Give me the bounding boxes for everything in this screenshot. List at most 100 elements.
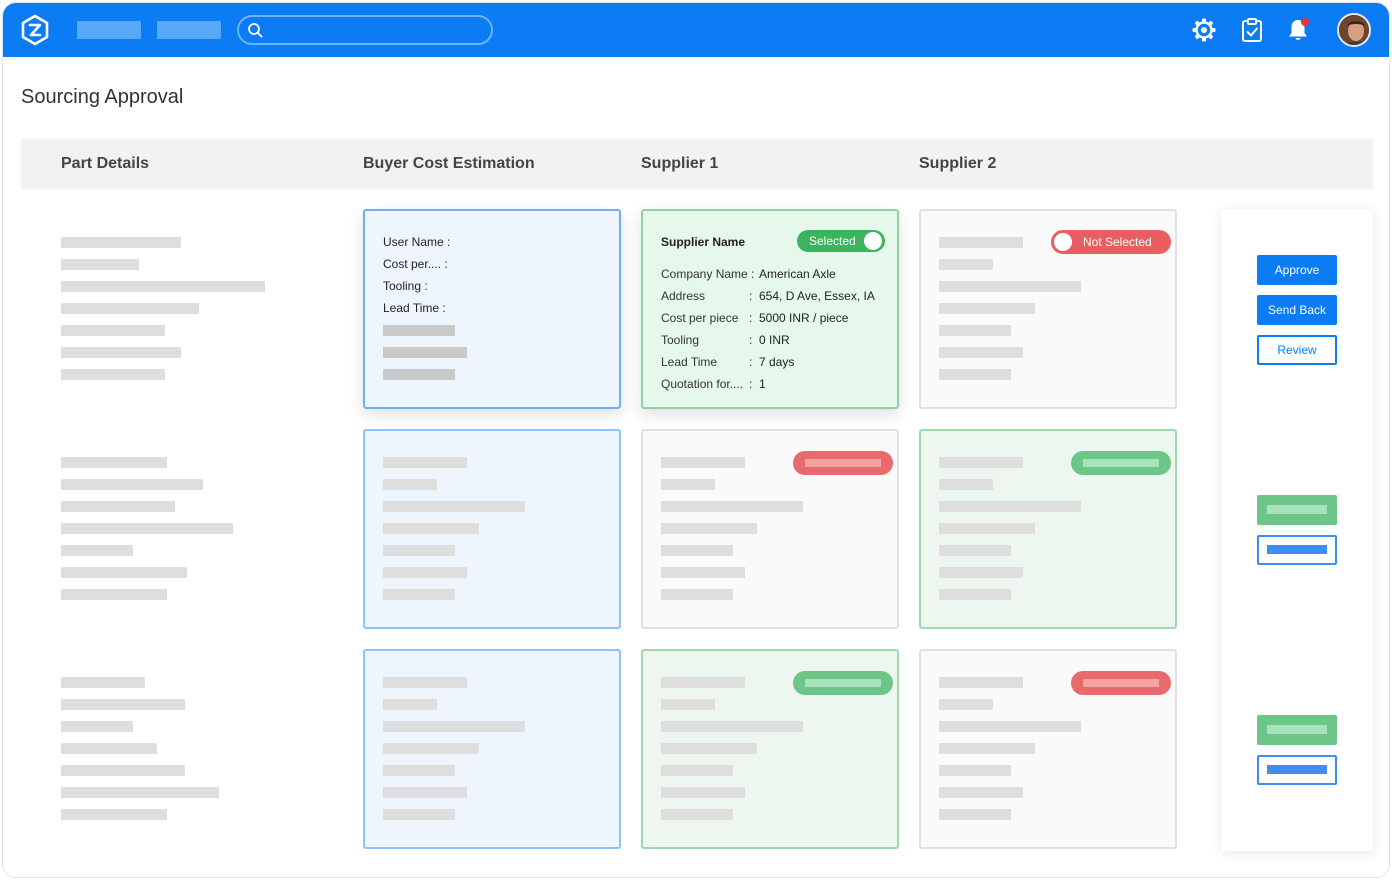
- table-header-row: Part Details Buyer Cost Estimation Suppl…: [21, 139, 1373, 189]
- nav-link-placeholder-1[interactable]: [77, 21, 141, 39]
- selected-toggle[interactable]: [1071, 451, 1171, 475]
- send-back-button[interactable]: Send Back: [1257, 295, 1337, 325]
- placeholder-line: [661, 743, 757, 754]
- quotation-separator: :: [749, 377, 753, 391]
- placeholder-line: [1083, 459, 1159, 467]
- supplier-name-header: Supplier Name: [661, 235, 746, 249]
- approve-button-placeholder[interactable]: [1257, 715, 1337, 745]
- not-selected-toggle[interactable]: [1071, 671, 1171, 695]
- placeholder-line: [61, 281, 265, 292]
- tooling-label: Tooling :: [383, 279, 428, 293]
- placeholder-line: [61, 589, 167, 600]
- placeholder-line: [661, 523, 757, 534]
- search-input[interactable]: [237, 15, 493, 45]
- tooling-separator: :: [749, 333, 753, 347]
- placeholder-line: [939, 721, 1081, 732]
- placeholder-line: [383, 545, 455, 556]
- cost-label: Cost per.... :: [383, 257, 448, 271]
- lead-time-separator: :: [749, 355, 753, 369]
- tooling-label: Tooling: [661, 333, 700, 347]
- toggle-label: Not Selected: [1083, 235, 1152, 249]
- placeholder-line: [61, 479, 203, 490]
- placeholder-line: [939, 589, 1011, 600]
- cost-per-piece-value: 5000 INR / piece: [759, 311, 849, 325]
- placeholder-line: [939, 545, 1011, 556]
- placeholder-line: [1267, 505, 1327, 514]
- top-navigation-bar: [3, 3, 1389, 57]
- placeholder-line: [383, 369, 455, 380]
- placeholder-line: [61, 567, 187, 578]
- approve-button-placeholder[interactable]: [1257, 495, 1337, 525]
- clipboard-check-icon[interactable]: [1239, 17, 1265, 43]
- supplier-2-card[interactable]: Not Selected: [919, 209, 1177, 409]
- placeholder-line: [939, 787, 1023, 798]
- placeholder-line: [1083, 679, 1159, 687]
- placeholder-line: [61, 237, 181, 248]
- placeholder-line: [61, 787, 219, 798]
- placeholder-line: [61, 545, 133, 556]
- review-button[interactable]: Review: [1257, 335, 1337, 365]
- app-logo-icon[interactable]: [19, 14, 51, 46]
- placeholder-line: [61, 677, 145, 688]
- supplier-1-card[interactable]: [641, 649, 899, 849]
- placeholder-line: [939, 325, 1011, 336]
- not-selected-toggle[interactable]: Not Selected: [1051, 230, 1171, 254]
- bell-icon[interactable]: [1285, 17, 1311, 43]
- placeholder-line: [61, 765, 185, 776]
- buyer-cost-card[interactable]: [363, 649, 621, 849]
- placeholder-line: [61, 259, 139, 270]
- supplier-2-card[interactable]: [919, 429, 1177, 629]
- cost-per-piece-label: Cost per piece: [661, 311, 739, 325]
- placeholder-line: [661, 545, 733, 556]
- placeholder-line: [661, 677, 745, 688]
- placeholder-line: [383, 457, 467, 468]
- placeholder-line: [383, 721, 525, 732]
- placeholder-line: [61, 457, 167, 468]
- placeholder-line: [61, 501, 175, 512]
- placeholder-line: [661, 699, 715, 710]
- not-selected-toggle[interactable]: [793, 451, 893, 475]
- supplier-2-card[interactable]: [919, 649, 1177, 849]
- placeholder-line: [1267, 725, 1327, 734]
- cost-separator: :: [749, 311, 753, 325]
- toggle-knob: [864, 232, 882, 250]
- review-button-placeholder[interactable]: [1257, 535, 1337, 565]
- placeholder-line: [939, 479, 993, 490]
- review-button-placeholder[interactable]: [1257, 755, 1337, 785]
- supplier-1-card[interactable]: Supplier Name Selected Company Name : Am…: [641, 209, 899, 409]
- avatar[interactable]: [1337, 13, 1371, 47]
- placeholder-line: [383, 809, 455, 820]
- toggle-label: Selected: [809, 234, 856, 248]
- approve-button[interactable]: Approve: [1257, 255, 1337, 285]
- placeholder-line: [939, 523, 1035, 534]
- company-name-value: American Axle: [759, 267, 836, 281]
- placeholder-line: [661, 765, 733, 776]
- placeholder-line: [939, 281, 1081, 292]
- gear-icon[interactable]: [1191, 17, 1217, 43]
- search-icon: [248, 23, 263, 38]
- selected-toggle[interactable]: [793, 671, 893, 695]
- buyer-cost-card[interactable]: [363, 429, 621, 629]
- user-photo-icon: [1339, 15, 1369, 45]
- nav-link-placeholder-2[interactable]: [157, 21, 221, 39]
- placeholder-line: [939, 809, 1011, 820]
- quotation-value: 1: [759, 377, 766, 391]
- placeholder-line: [61, 699, 185, 710]
- placeholder-line: [1267, 545, 1327, 554]
- user-name-label: User Name :: [383, 235, 451, 249]
- column-header-buyer-cost-estimation: Buyer Cost Estimation: [363, 155, 535, 172]
- placeholder-line: [939, 699, 993, 710]
- placeholder-line: [61, 743, 157, 754]
- placeholder-line: [661, 721, 803, 732]
- placeholder-line: [939, 743, 1035, 754]
- address-separator: :: [749, 289, 753, 303]
- column-header-supplier-1: Supplier 1: [641, 155, 719, 172]
- placeholder-line: [383, 699, 437, 710]
- selected-toggle[interactable]: Selected: [797, 230, 885, 252]
- placeholder-line: [1267, 765, 1327, 774]
- placeholder-line: [383, 325, 455, 336]
- buyer-cost-card[interactable]: User Name : Cost per.... : Tooling : Lea…: [363, 209, 621, 409]
- toggle-knob: [1054, 233, 1072, 251]
- placeholder-line: [383, 743, 479, 754]
- supplier-1-card[interactable]: [641, 429, 899, 629]
